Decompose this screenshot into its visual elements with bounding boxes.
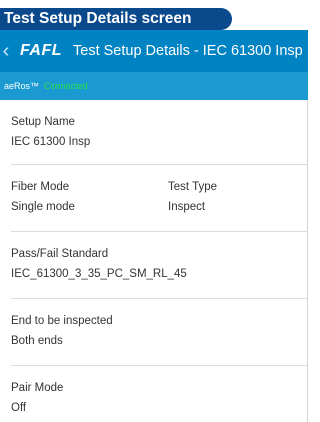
title-bar: ‹ FAFL Test Setup Details - IEC 61300 In… — [0, 30, 308, 72]
setup-name-value: IEC 61300 Insp — [11, 136, 91, 148]
scrollbar-track[interactable] — [307, 100, 308, 422]
aeros-brand-label: aeRos™ — [4, 81, 40, 91]
setup-details-panel: Setup Name IEC 61300 Insp Fiber Mode Tes… — [0, 100, 308, 422]
divider — [11, 164, 308, 165]
pass-fail-standard-label: Pass/Fail Standard — [11, 248, 109, 260]
connection-status: Connected — [44, 81, 88, 91]
divider — [11, 231, 308, 232]
fiber-mode-value: Single mode — [11, 201, 75, 213]
status-bar: aeRos™ Connected — [0, 72, 308, 100]
fiber-mode-label: Fiber Mode — [11, 181, 70, 193]
window-title: Test Setup Details - IEC 61300 Insp — [73, 43, 303, 59]
setup-name-label: Setup Name — [11, 116, 75, 128]
divider — [11, 365, 308, 366]
end-to-inspect-value: Both ends — [11, 335, 63, 347]
pass-fail-standard-value: IEC_61300_3_35_PC_SM_RL_45 — [11, 268, 187, 280]
test-type-label: Test Type — [168, 181, 218, 193]
afl-logo: FAFL — [20, 42, 62, 59]
caption-title: Test Setup Details screen — [4, 10, 192, 27]
chevron-left-icon[interactable]: ‹ — [0, 40, 12, 62]
divider — [11, 298, 308, 299]
pair-mode-value: Off — [11, 402, 27, 414]
test-type-value: Inspect — [168, 201, 206, 213]
end-to-inspect-label: End to be inspected — [11, 315, 113, 327]
pair-mode-label: Pair Mode — [11, 382, 64, 394]
